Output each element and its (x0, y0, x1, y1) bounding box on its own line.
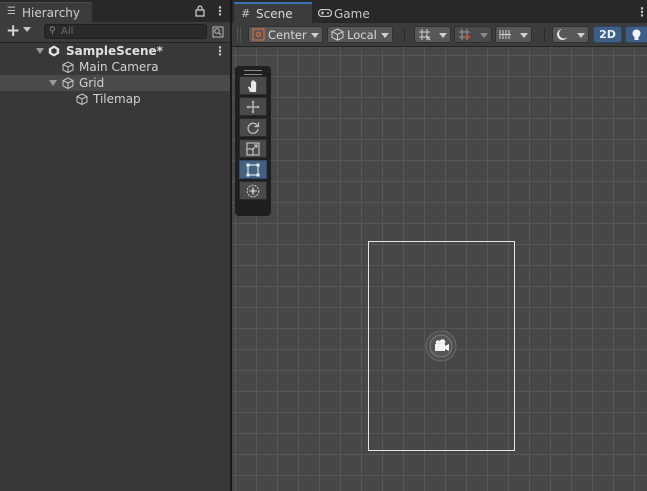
toolbar-divider (404, 28, 405, 42)
pivot-position-dropdown[interactable]: Center (248, 26, 323, 43)
pivot-rotation-dropdown[interactable]: Local (327, 26, 393, 43)
cube-icon (76, 93, 88, 105)
camera-gizmo-icon[interactable] (425, 330, 457, 362)
lock-icon[interactable] (195, 5, 205, 17)
chevron-down-icon (480, 33, 488, 38)
pivot-position-label: Center (268, 28, 307, 42)
tree-item-label: Grid (79, 76, 105, 90)
rotate-icon (247, 122, 260, 134)
tab-hierarchy-label: Hierarchy (22, 6, 81, 20)
scene-panel-menu-icon[interactable]: ⋮ (636, 6, 647, 18)
scene-panel: # Scene Game ⋮ Center Local 2D (232, 0, 647, 491)
grid-hash-icon: # (241, 7, 251, 20)
tab-scene-label: Scene (256, 7, 293, 21)
tree-item-main-camera[interactable]: Main Camera (0, 59, 230, 75)
overlay-grip-icon[interactable] (244, 70, 262, 75)
tree-item-label: Tilemap (93, 92, 141, 106)
grid-snap-icon (419, 29, 431, 41)
rect-tool-button[interactable] (239, 160, 267, 179)
chevron-down-icon (311, 33, 319, 38)
scene-lighting-toggle[interactable] (625, 26, 647, 43)
scene-tabbar: # Scene Game ⋮ (232, 0, 647, 23)
expand-arrow-icon[interactable] (49, 80, 57, 86)
hand-tool-button[interactable] (239, 76, 267, 95)
snap-increment-icon (459, 29, 470, 40)
tree-item-samplescene[interactable]: SampleScene* ⋮ (0, 43, 230, 59)
toolbar-grip-icon (237, 27, 241, 42)
hierarchy-tree: SampleScene* ⋮ Main Camera Grid Tilemap (0, 43, 230, 491)
tab-scene[interactable]: # Scene (234, 2, 312, 23)
lightbulb-icon (632, 29, 641, 40)
tab-hierarchy[interactable]: ☰ Hierarchy (0, 2, 92, 22)
move-arrows-icon (246, 100, 260, 114)
expand-arrow-icon[interactable] (36, 48, 44, 54)
chevron-down-icon (520, 33, 528, 38)
pivot-rotation-label: Local (347, 28, 377, 42)
pivot-center-icon (252, 28, 265, 41)
tools-overlay (235, 66, 271, 216)
create-plus-icon[interactable]: + (6, 23, 20, 40)
increment-snap-icon (499, 30, 511, 39)
hierarchy-toolbar: + ⚲ (0, 22, 230, 43)
list-icon: ☰ (7, 6, 16, 17)
search-icon: ⚲ (49, 26, 56, 36)
grid-visibility-dropdown[interactable] (414, 26, 451, 43)
tree-item-grid[interactable]: Grid (0, 75, 230, 91)
transform-combined-icon (246, 184, 260, 198)
local-space-cube-icon (331, 28, 344, 41)
rotate-tool-button[interactable] (239, 118, 267, 137)
scale-icon (246, 142, 260, 156)
chevron-down-icon (577, 33, 585, 38)
hierarchy-search-box: ⚲ (44, 24, 207, 39)
incremental-snap-dropdown[interactable] (495, 26, 532, 43)
tree-item-tilemap[interactable]: Tilemap (0, 91, 230, 107)
tab-game-label: Game (334, 7, 370, 21)
grid-snapping-dropdown[interactable] (454, 26, 492, 43)
cube-icon (62, 77, 74, 89)
hierarchy-menu-icon[interactable]: ⋮ (214, 5, 226, 17)
cube-icon (62, 61, 74, 73)
scene-viewport[interactable] (232, 47, 647, 491)
tree-item-label: Main Camera (79, 60, 159, 74)
scene-toolbar: Center Local 2D (232, 23, 647, 47)
toolbar-divider (544, 28, 545, 42)
hierarchy-tabbar: ☰ Hierarchy ⋮ (0, 0, 230, 22)
2d-mode-toggle[interactable]: 2D (593, 26, 622, 43)
tree-item-label: SampleScene* (66, 44, 163, 58)
search-filter-icon[interactable] (212, 26, 224, 38)
unity-scene-icon (48, 45, 60, 57)
scene-menu-icon[interactable]: ⋮ (214, 45, 226, 57)
chevron-down-icon (439, 33, 447, 38)
gamepad-icon (318, 9, 332, 17)
create-dropdown-caret-icon[interactable] (23, 27, 31, 32)
hierarchy-search-input[interactable] (61, 25, 201, 38)
rect-transform-icon (246, 163, 260, 177)
shading-sphere-icon (557, 28, 569, 40)
tab-game[interactable]: Game (314, 2, 376, 23)
hand-icon (248, 80, 257, 92)
scale-tool-button[interactable] (239, 139, 267, 158)
chevron-down-icon (381, 33, 389, 38)
hierarchy-panel: ☰ Hierarchy ⋮ + ⚲ SampleScene (0, 0, 230, 491)
transform-tool-button[interactable] (239, 181, 267, 200)
draw-mode-dropdown[interactable] (552, 26, 589, 43)
move-tool-button[interactable] (239, 97, 267, 116)
